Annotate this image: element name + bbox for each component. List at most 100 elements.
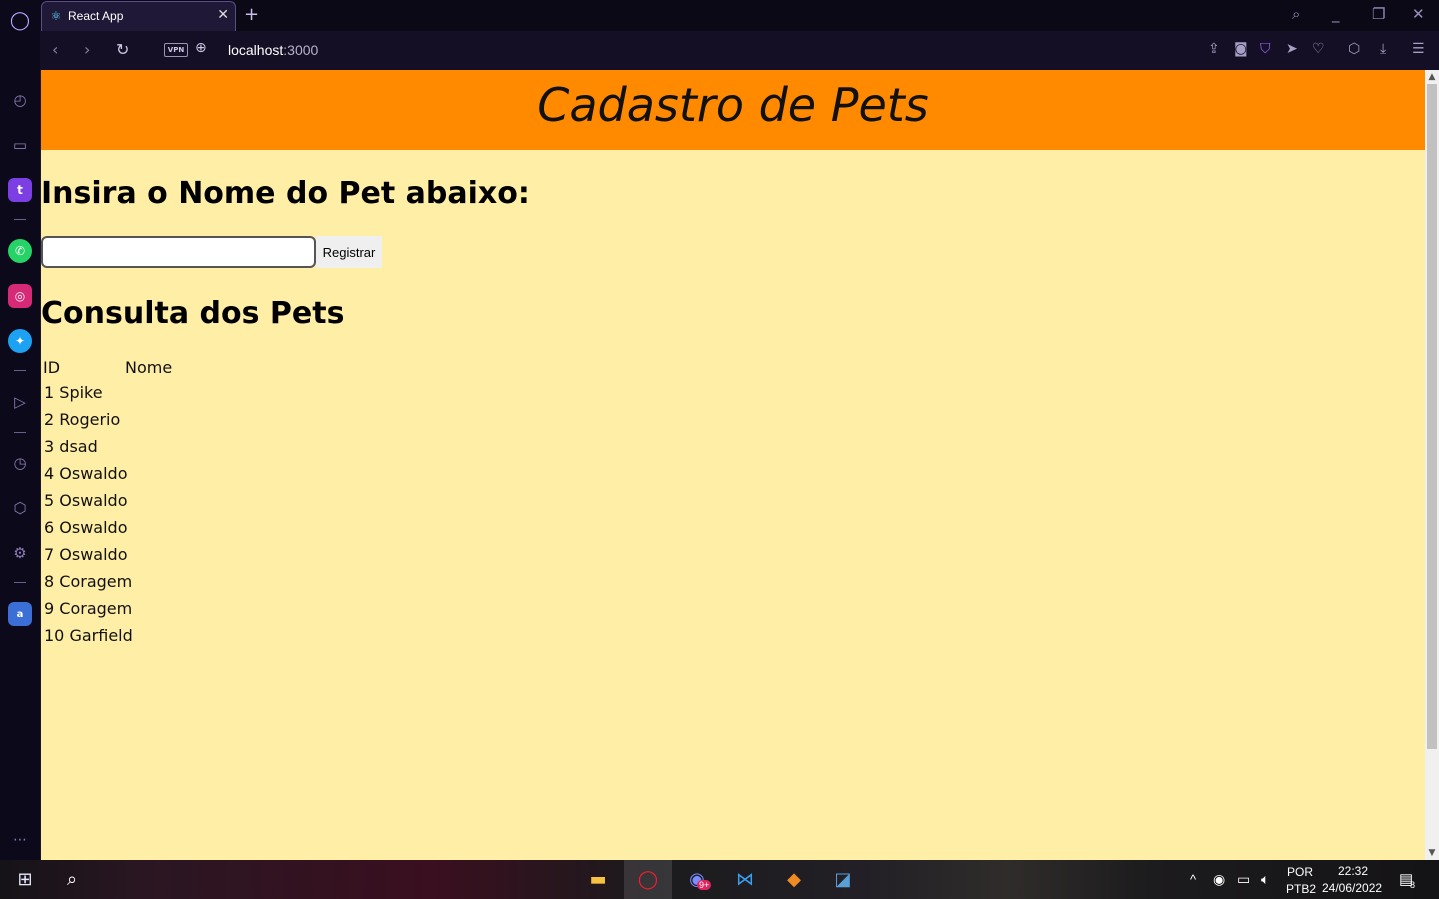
translate-icon[interactable]: a: [8, 602, 32, 626]
table-row: 9 Coragem: [43, 596, 172, 621]
tab-react-app[interactable]: ⚛ React App ✕: [41, 1, 236, 31]
vscode-taskbar-icon[interactable]: ⋈: [733, 869, 757, 890]
pet-cell: 10 Garfield: [43, 623, 172, 648]
column-header-id: ID: [43, 357, 61, 377]
more-options-icon[interactable]: ⋯: [8, 828, 32, 852]
shopping-bag-icon[interactable]: ▭: [8, 133, 32, 157]
pet-cell: 4 Oswaldo: [43, 461, 172, 486]
page-title: Cadastro de Pets: [537, 78, 929, 132]
pet-id: 8: [44, 572, 55, 591]
sidebar-divider: [14, 582, 26, 583]
table-header-row: ID Nome: [43, 356, 172, 378]
forward-arrow-icon[interactable]: ›: [84, 40, 90, 59]
reload-icon[interactable]: ↻: [116, 40, 129, 59]
language-indicator-top[interactable]: POR: [1287, 865, 1313, 879]
tab-strip: ⚛ React App ✕ + ⌕ _ ❐ ✕: [40, 0, 1439, 31]
list-heading: Consulta dos Pets: [41, 296, 345, 331]
whatsapp-icon[interactable]: ✆: [8, 239, 32, 263]
pet-cell: 1 Spike: [43, 380, 172, 405]
pet-id: 3: [44, 437, 55, 456]
pet-cell: 8 Coragem: [43, 569, 172, 594]
search-icon[interactable]: ⌕: [60, 869, 84, 890]
instagram-icon[interactable]: ◎: [8, 284, 32, 308]
fl-studio-taskbar-icon[interactable]: ◆: [782, 869, 806, 890]
speed-dial-icon[interactable]: ◴: [8, 88, 32, 112]
send-icon[interactable]: ➤: [1286, 41, 1298, 57]
easy-setup-menu-icon[interactable]: ☰: [1412, 41, 1425, 57]
pet-cell: 2 Rogerio: [43, 407, 172, 432]
restore-window-icon[interactable]: ❐: [1372, 5, 1385, 23]
pet-name-input[interactable]: [41, 236, 316, 268]
scroll-down-arrow-icon[interactable]: ▼: [1425, 846, 1439, 860]
language-indicator-bottom[interactable]: PTB2: [1286, 882, 1316, 896]
site-info-globe-icon[interactable]: ⊕: [195, 40, 207, 56]
table-row: 4 Oswaldo: [43, 461, 172, 486]
pet-name: dsad: [59, 437, 98, 456]
vpn-badge[interactable]: VPN: [164, 43, 188, 57]
page-scrollbar[interactable]: ▲ ▼: [1425, 70, 1439, 860]
tab-close-icon[interactable]: ✕: [217, 7, 229, 23]
twitch-icon[interactable]: t: [8, 178, 32, 202]
pet-cell: 3 dsad: [43, 434, 172, 459]
tray-expand-icon[interactable]: ^: [1190, 872, 1196, 887]
extensions-box-icon[interactable]: ⬡: [1348, 41, 1360, 57]
snapshot-camera-icon[interactable]: ◙: [1234, 41, 1248, 57]
notification-count: 8: [1410, 880, 1416, 890]
search-tabs-icon[interactable]: ⌕: [1292, 5, 1300, 23]
file-explorer-icon[interactable]: ▬: [586, 869, 610, 890]
new-tab-button[interactable]: +: [244, 4, 259, 25]
sidebar-divider: [14, 219, 26, 220]
back-arrow-icon[interactable]: ‹: [52, 40, 58, 59]
column-header-name: Nome: [125, 357, 173, 377]
register-button[interactable]: Registrar: [316, 236, 382, 268]
download-icon[interactable]: ⤓: [1380, 41, 1386, 57]
pet-name: Coragem: [59, 599, 133, 618]
sidebar-divider: [14, 432, 26, 433]
table-row: 7 Oswaldo: [43, 542, 172, 567]
pet-id: 5: [44, 491, 55, 510]
favorites-heart-icon[interactable]: ♡: [1312, 41, 1325, 57]
twitter-icon[interactable]: ✦: [8, 329, 32, 353]
table-row: 3 dsad: [43, 434, 172, 459]
player-icon[interactable]: ▷: [8, 390, 32, 414]
clock-time[interactable]: 22:32: [1338, 864, 1368, 878]
pet-name: Oswaldo: [59, 518, 128, 537]
pet-cell: 7 Oswaldo: [43, 542, 172, 567]
share-icon[interactable]: ⇪: [1208, 41, 1220, 57]
mysql-workbench-taskbar-icon[interactable]: ◪: [831, 869, 855, 890]
scrollbar-thumb[interactable]: [1427, 84, 1437, 749]
pet-cell: 9 Coragem: [43, 596, 172, 621]
table-row: 1 Spike: [43, 380, 172, 405]
browser-sidebar: ◯ ◴ ▭ t ✆ ◎ ✦ ▷ ◷ ⬡ ⚙ a ⋯: [0, 0, 41, 860]
pet-name: Oswaldo: [59, 491, 128, 510]
pet-id: 9: [44, 599, 55, 618]
adblock-shield-icon[interactable]: ⛉: [1260, 41, 1271, 57]
pet-name: Oswaldo: [59, 545, 128, 564]
network-icon[interactable]: ▭: [1237, 871, 1250, 888]
table-row: 8 Coragem: [43, 569, 172, 594]
opera-logo-icon[interactable]: ◯: [8, 8, 32, 32]
windows-start-icon[interactable]: ⊞: [13, 869, 37, 890]
pet-name: Rogerio: [59, 410, 121, 429]
minimize-window-icon[interactable]: _: [1332, 5, 1340, 23]
history-icon[interactable]: ◷: [8, 451, 32, 475]
volume-icon[interactable]: 🔈︎: [1261, 871, 1269, 888]
pet-cell: 5 Oswaldo: [43, 488, 172, 513]
pet-id: 10: [44, 626, 65, 645]
settings-gear-icon[interactable]: ⚙: [8, 541, 32, 565]
opera-taskbar-icon[interactable]: ◯: [636, 869, 660, 890]
clock-date[interactable]: 24/06/2022: [1322, 881, 1382, 895]
discord-tray-icon[interactable]: ◉: [1213, 871, 1225, 888]
sidebar-divider: [14, 370, 26, 371]
app-header: Cadastro de Pets: [41, 70, 1425, 150]
pet-cell: 6 Oswaldo: [43, 515, 172, 540]
url-field[interactable]: localhost:3000: [228, 42, 318, 58]
discord-badge: 9+: [697, 880, 712, 890]
address-bar: ‹ › ↻ VPN ⊕ localhost:3000 ⇪ ◙ ⛉ ➤ ♡ ⬡ ⤓…: [40, 31, 1439, 70]
pet-name: Coragem: [59, 572, 133, 591]
pet-id: 1: [44, 383, 55, 402]
extensions-cube-icon[interactable]: ⬡: [8, 496, 32, 520]
scroll-up-arrow-icon[interactable]: ▲: [1425, 70, 1439, 84]
close-window-icon[interactable]: ✕: [1412, 5, 1425, 23]
form-heading: Insira o Nome do Pet abaixo:: [41, 176, 530, 211]
